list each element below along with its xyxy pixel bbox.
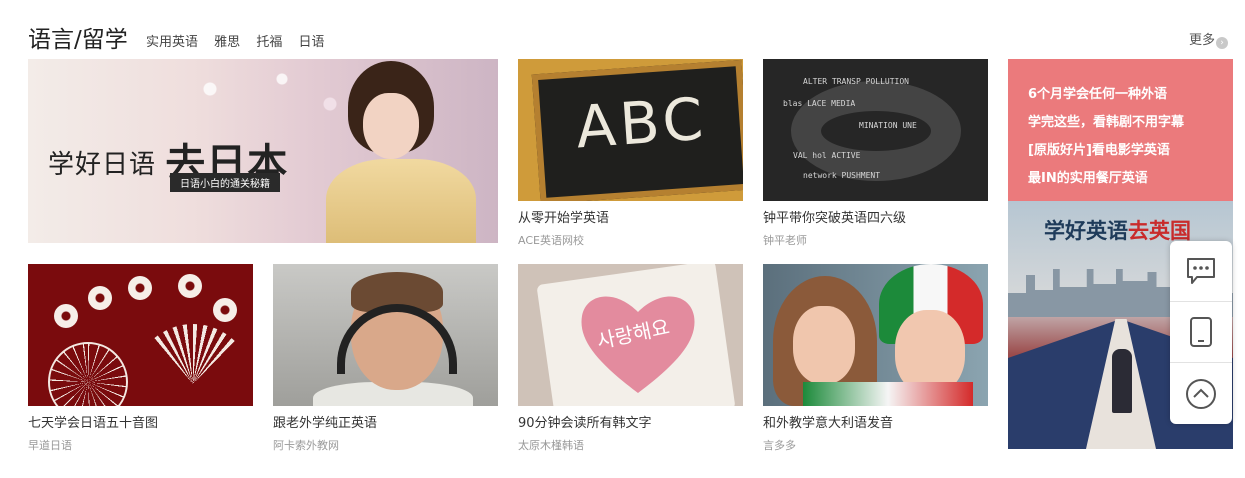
section-header: 语言/留学 实用英语 雅思 托福 日语 更多 › xyxy=(28,20,1228,53)
walking-man xyxy=(1112,349,1132,413)
fan-illustration xyxy=(48,342,128,406)
tab-japanese[interactable]: 日语 xyxy=(298,35,324,50)
chat-icon xyxy=(1187,258,1215,284)
back-to-top-icon xyxy=(1186,378,1216,409)
section-title: 语言/留学 xyxy=(28,27,128,53)
course-thumbnail xyxy=(273,264,498,406)
kimono-woman-image xyxy=(318,59,488,243)
promo-link[interactable]: [原版好片]看电影学英语 xyxy=(1028,137,1184,165)
chalk-text: ABC xyxy=(573,84,710,162)
folding-fan-illustration xyxy=(133,324,253,384)
mobile-button[interactable] xyxy=(1170,302,1232,363)
course-thumbnail: 사랑해요 xyxy=(518,264,743,406)
course-card[interactable]: ABC 从零开始学英语 ACE英语网校 xyxy=(518,59,743,248)
course-thumbnail: ALTER TRANSP POLLUTION blas LACE MEDIA M… xyxy=(763,59,988,201)
floating-toolbar xyxy=(1170,241,1232,424)
course-title[interactable]: 90分钟会读所有韩文字 xyxy=(518,412,743,431)
category-tabs: 实用英语 雅思 托福 日语 xyxy=(146,31,336,50)
course-provider[interactable]: 太原木槿韩语 xyxy=(518,437,743,453)
tab-practical-english[interactable]: 实用英语 xyxy=(146,35,198,50)
course-card[interactable]: 七天学会日语五十音图 早道日语 xyxy=(28,264,253,453)
promo-link[interactable]: 6个月学会任何一种外语 xyxy=(1028,81,1184,109)
promo-link[interactable]: 学完这些，看韩剧不用字幕 xyxy=(1028,109,1184,137)
back-to-top-button[interactable] xyxy=(1170,363,1232,424)
course-provider[interactable]: 钟平老师 xyxy=(763,232,988,248)
tab-ielts[interactable]: 雅思 xyxy=(214,35,240,50)
more-label: 更多 xyxy=(1188,33,1215,48)
course-title[interactable]: 七天学会日语五十音图 xyxy=(28,412,253,431)
chat-button[interactable] xyxy=(1170,241,1232,302)
tablet-icon xyxy=(1190,317,1212,347)
course-title[interactable]: 从零开始学英语 xyxy=(518,207,743,226)
banner-headline-prefix: 学好日语 xyxy=(48,150,157,180)
chevron-right-icon: › xyxy=(1216,37,1228,49)
course-provider[interactable]: ACE英语网校 xyxy=(518,232,743,248)
italy-scarf-image xyxy=(803,382,973,406)
word-cloud-ring xyxy=(791,81,961,181)
japanese-banner[interactable]: 学好日语 去日本 日语小白的通关秘籍 xyxy=(28,59,498,243)
course-card[interactable]: ALTER TRANSP POLLUTION blas LACE MEDIA M… xyxy=(763,59,988,248)
course-thumbnail xyxy=(28,264,253,406)
course-card[interactable]: 跟老外学纯正英语 阿卡索外教网 xyxy=(273,264,498,453)
poster-title: 学好英语去英国 xyxy=(1044,215,1191,245)
promo-link[interactable]: 最IN的实用餐厅英语 xyxy=(1028,165,1184,193)
poster-title-b: 去英国 xyxy=(1128,218,1191,243)
course-title[interactable]: 跟老外学纯正英语 xyxy=(273,412,498,431)
course-provider[interactable]: 阿卡索外教网 xyxy=(273,437,498,453)
course-title[interactable]: 钟平带你突破英语四六级 xyxy=(763,207,988,226)
course-card[interactable]: 사랑해요 90分钟会读所有韩文字 太原木槿韩语 xyxy=(518,264,743,453)
course-provider[interactable]: 言多多 xyxy=(763,437,988,453)
course-thumbnail: ABC xyxy=(518,59,743,201)
course-provider[interactable]: 早道日语 xyxy=(28,437,253,453)
more-link[interactable]: 更多 › xyxy=(1189,29,1228,49)
poster-title-a: 学好英语 xyxy=(1044,218,1128,243)
course-card[interactable]: 和外教学意大利语发音 言多多 xyxy=(763,264,988,453)
banner-subtitle: 日语小白的通关秘籍 xyxy=(170,173,280,192)
tab-toefl[interactable]: 托福 xyxy=(256,35,282,50)
promo-links: 6个月学会任何一种外语 学完这些，看韩剧不用字幕 [原版好片]看电影学英语 最I… xyxy=(1028,81,1184,193)
course-thumbnail xyxy=(763,264,988,406)
fan-photo xyxy=(793,306,855,384)
course-title[interactable]: 和外教学意大利语发音 xyxy=(763,412,988,431)
